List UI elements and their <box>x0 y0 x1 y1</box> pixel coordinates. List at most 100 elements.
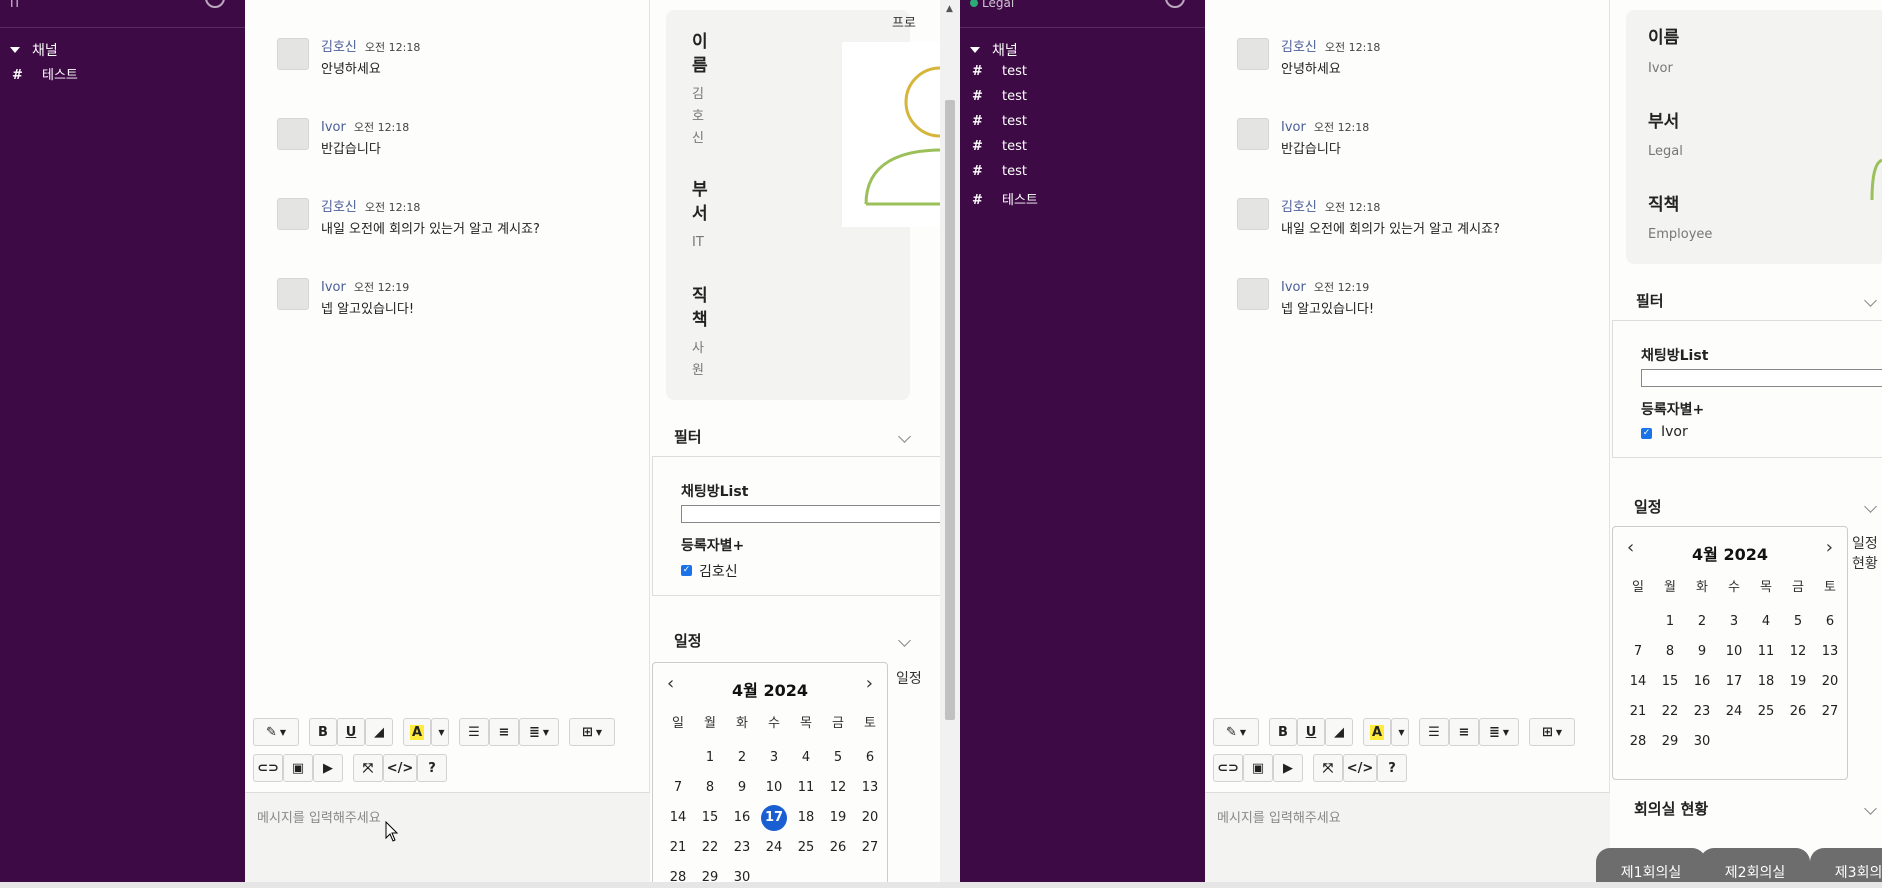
calendar-day[interactable]: 14 <box>663 803 693 833</box>
message-author[interactable]: 김호신 <box>321 40 357 55</box>
numbered-list-button[interactable]: ≡ <box>489 718 519 746</box>
magic-wand-button[interactable]: ✎ ▼ <box>1213 718 1259 746</box>
underline-button[interactable]: U <box>337 718 365 746</box>
channel-item[interactable]: # test <box>972 64 1027 79</box>
table-button[interactable]: ⊞ ▼ <box>569 718 615 746</box>
calendar-day[interactable]: 14 <box>1623 667 1653 697</box>
calendar-day[interactable]: 24 <box>1719 697 1749 727</box>
channel-item[interactable]: # 테스트 <box>12 64 78 83</box>
scrollbar-thumb[interactable] <box>945 100 955 720</box>
message-input[interactable]: 메시지를 입력해주세요 <box>245 792 650 882</box>
eraser-button[interactable]: ◢ <box>1325 718 1353 746</box>
calendar-day[interactable]: 15 <box>695 803 725 833</box>
calendar-day[interactable]: 21 <box>1623 697 1653 727</box>
highlight-dropdown[interactable]: ▼ <box>431 718 449 746</box>
bullet-list-button[interactable]: ☰ <box>459 718 489 746</box>
calendar-day[interactable]: 26 <box>823 833 853 863</box>
calendar-day[interactable]: 16 <box>1687 667 1717 697</box>
calendar-day[interactable]: 23 <box>1687 697 1717 727</box>
fullscreen-button[interactable]: ⤧ <box>1313 754 1343 782</box>
registrant-filter-label[interactable]: 등록자별+ <box>1641 399 1704 419</box>
align-button[interactable]: ≣ ▼ <box>519 718 559 746</box>
image-button[interactable]: ▣ <box>283 754 313 782</box>
channel-section-header[interactable]: 채널 <box>970 40 1018 60</box>
calendar-day[interactable]: 12 <box>823 773 853 803</box>
underline-button[interactable]: U <box>1297 718 1325 746</box>
message-author[interactable]: Ivor <box>321 280 346 295</box>
calendar-day[interactable]: 25 <box>1751 697 1781 727</box>
calendar-day[interactable]: 23 <box>727 833 757 863</box>
calendar-day[interactable]: 10 <box>759 773 789 803</box>
channel-item[interactable]: # test <box>972 164 1027 179</box>
highlight-button[interactable]: A <box>403 718 431 746</box>
calendar-day[interactable]: 20 <box>855 803 885 833</box>
calendar-day[interactable]: 18 <box>1751 667 1781 697</box>
calendar-day[interactable]: 16 <box>727 803 757 833</box>
codeview-button[interactable]: </> <box>1343 754 1377 782</box>
filter-header[interactable]: 필터 <box>1636 290 1664 311</box>
codeview-button[interactable]: </> <box>383 754 417 782</box>
calendar-day[interactable]: 29 <box>1655 727 1685 757</box>
calendar-day[interactable]: 26 <box>1783 697 1813 727</box>
message-author[interactable]: Ivor <box>321 120 346 135</box>
calendar-day-today[interactable]: 17 <box>761 805 787 831</box>
workspace-header[interactable]: Legal <box>960 0 1205 28</box>
image-button[interactable]: ▣ <box>1243 754 1273 782</box>
chevron-down-icon[interactable] <box>898 634 911 647</box>
calendar-day[interactable]: 7 <box>663 773 693 803</box>
calendar-day[interactable]: 19 <box>823 803 853 833</box>
bullet-list-button[interactable]: ☰ <box>1419 718 1449 746</box>
chatroom-list-input[interactable] <box>681 505 943 523</box>
align-button[interactable]: ≣ ▼ <box>1479 718 1519 746</box>
chevron-down-icon[interactable] <box>1864 294 1877 307</box>
message-author[interactable]: 김호신 <box>1281 40 1317 55</box>
calendar-day[interactable]: 24 <box>759 833 789 863</box>
calendar-day[interactable]: 2 <box>727 743 757 773</box>
fullscreen-button[interactable]: ⤧ <box>353 754 383 782</box>
video-button[interactable]: ▶ <box>313 754 343 782</box>
message-author[interactable]: Ivor <box>1281 120 1306 135</box>
calendar-day[interactable]: 17 <box>1719 667 1749 697</box>
calendar-day[interactable]: 6 <box>1815 607 1845 637</box>
message-author[interactable]: 김호신 <box>1281 200 1317 215</box>
video-button[interactable]: ▶ <box>1273 754 1303 782</box>
calendar-day[interactable]: 18 <box>791 803 821 833</box>
schedule-header[interactable]: 일정 <box>674 630 702 651</box>
calendar-day[interactable]: 6 <box>855 743 885 773</box>
highlight-button[interactable]: A <box>1363 718 1391 746</box>
channel-item[interactable]: # test <box>972 89 1027 104</box>
calendar-day[interactable]: 22 <box>695 833 725 863</box>
chevron-down-icon[interactable] <box>1864 500 1877 513</box>
profile-circle-icon[interactable] <box>205 0 225 8</box>
calendar-day[interactable]: 4 <box>1751 607 1781 637</box>
channel-item[interactable]: # test <box>972 114 1027 129</box>
calendar-day[interactable]: 13 <box>1815 637 1845 667</box>
filter-header[interactable]: 필터 <box>674 426 702 447</box>
calendar-day[interactable]: 19 <box>1783 667 1813 697</box>
calendar-day[interactable]: 3 <box>1719 607 1749 637</box>
registrant-filter-label[interactable]: 등록자별+ <box>681 535 744 555</box>
scroll-up-icon[interactable]: ▲ <box>946 4 953 14</box>
calendar-day[interactable]: 13 <box>855 773 885 803</box>
calendar-day[interactable]: 25 <box>791 833 821 863</box>
calendar-day[interactable]: 3 <box>759 743 789 773</box>
registrant-checkbox[interactable]: ✓ <box>681 565 692 576</box>
calendar-day[interactable]: 9 <box>727 773 757 803</box>
calendar-day[interactable]: 1 <box>1655 607 1685 637</box>
help-button[interactable]: ? <box>417 754 447 782</box>
calendar-day[interactable]: 27 <box>1815 697 1845 727</box>
scrollbar[interactable]: ▲ <box>940 0 960 888</box>
eraser-button[interactable]: ◢ <box>365 718 393 746</box>
channel-item[interactable]: # test <box>972 139 1027 154</box>
profile-circle-icon[interactable] <box>1165 0 1185 8</box>
channel-section-header[interactable]: 채널 <box>10 40 58 60</box>
calendar-day[interactable]: 11 <box>791 773 821 803</box>
calendar-day[interactable]: 8 <box>1655 637 1685 667</box>
calendar-day[interactable]: 5 <box>1783 607 1813 637</box>
calendar-day[interactable]: 12 <box>1783 637 1813 667</box>
calendar-day[interactable]: 4 <box>791 743 821 773</box>
numbered-list-button[interactable]: ≡ <box>1449 718 1479 746</box>
calendar-day[interactable]: 20 <box>1815 667 1845 697</box>
bold-button[interactable]: B <box>1269 718 1297 746</box>
calendar-day[interactable]: 21 <box>663 833 693 863</box>
